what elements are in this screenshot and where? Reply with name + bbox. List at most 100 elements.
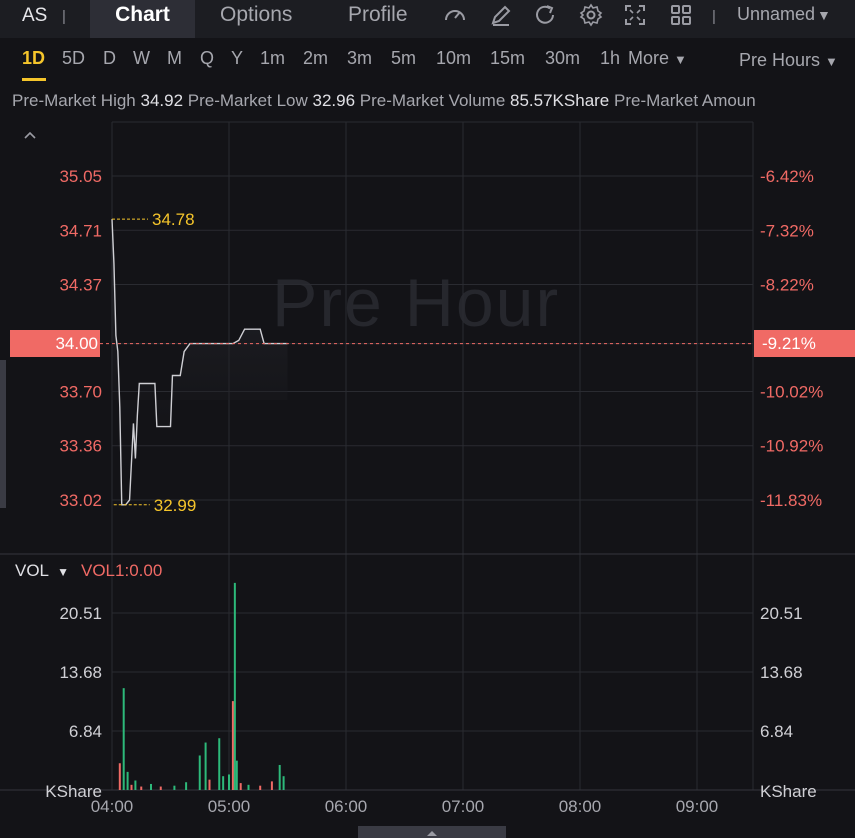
more-timeframes-dropdown[interactable]: More ▼ bbox=[628, 48, 687, 69]
stat-value: 32.96 bbox=[312, 91, 356, 110]
timeframe-d[interactable]: D bbox=[103, 48, 116, 69]
tab-options[interactable]: Options bbox=[220, 0, 292, 38]
timeframe-q[interactable]: Q bbox=[200, 48, 214, 69]
volume-bar bbox=[173, 785, 176, 790]
volume-unit-label: KShare bbox=[45, 782, 102, 801]
pct-tick-label: -8.22% bbox=[760, 276, 814, 295]
timeframe-10m[interactable]: 10m bbox=[436, 48, 471, 69]
volume-bar bbox=[118, 763, 121, 790]
timeframe-30m[interactable]: 30m bbox=[545, 48, 580, 69]
volume-bar bbox=[247, 784, 250, 790]
refresh-icon[interactable] bbox=[532, 2, 558, 28]
timeframe-y[interactable]: Y bbox=[231, 48, 243, 69]
left-panel-handle[interactable] bbox=[0, 360, 6, 508]
high-marker-label: 34.78 bbox=[152, 210, 195, 229]
volume-bar bbox=[134, 780, 137, 790]
volume-tick-label: 13.68 bbox=[760, 663, 803, 682]
time-tick-label: 09:00 bbox=[676, 797, 719, 816]
timeframe-1h[interactable]: 1h bbox=[600, 48, 620, 69]
grid-icon[interactable] bbox=[668, 2, 694, 28]
vol-label: VOL bbox=[15, 561, 49, 580]
timeframe-15m[interactable]: 15m bbox=[490, 48, 525, 69]
volume-tick-label: 6.84 bbox=[69, 722, 102, 741]
low-marker-label: 32.99 bbox=[154, 496, 197, 515]
gauge-icon[interactable] bbox=[442, 2, 468, 28]
time-tick-label: 08:00 bbox=[559, 797, 602, 816]
volume-bar bbox=[159, 786, 162, 790]
volume-bar bbox=[185, 782, 188, 790]
volume-bar bbox=[198, 755, 201, 790]
current-change-tag: -9.21% bbox=[754, 330, 855, 357]
session-dropdown[interactable]: Pre Hours ▼ bbox=[739, 50, 838, 71]
time-tick-label: 07:00 bbox=[442, 797, 485, 816]
session-label: Pre Hours bbox=[739, 50, 821, 70]
volume-bar bbox=[218, 738, 221, 790]
stat-label: Pre-Market High bbox=[12, 91, 136, 110]
price-tick-label: 33.36 bbox=[59, 437, 102, 456]
volume-bar bbox=[228, 774, 230, 790]
volume-bar bbox=[208, 779, 211, 790]
price-tick-label: 33.02 bbox=[59, 491, 102, 510]
vol-indicator-value: VOL1:0.00 bbox=[81, 561, 163, 580]
volume-bar bbox=[130, 784, 133, 790]
bottom-panel-handle[interactable] bbox=[358, 826, 506, 838]
volume-tick-label: 20.51 bbox=[59, 604, 102, 623]
caret-down-icon: ▼ bbox=[57, 565, 70, 579]
volume-bar bbox=[150, 783, 152, 790]
timeframe-5m[interactable]: 5m bbox=[391, 48, 416, 69]
volume-bar bbox=[239, 783, 242, 790]
stat-label: Pre-Market Amoun bbox=[614, 91, 756, 110]
volume-bar bbox=[259, 785, 262, 790]
volume-bar bbox=[282, 776, 285, 790]
ticker-symbol: AS bbox=[22, 5, 48, 26]
price-chart[interactable]: 35.05 34.71 34.37 33.70 33.36 33.02 -6.42% -7.… bbox=[0, 120, 855, 826]
pct-tick-label: -6.42% bbox=[760, 167, 814, 186]
volume-bar bbox=[222, 776, 225, 790]
divider: | bbox=[712, 8, 716, 25]
pct-tick-label: -10.92% bbox=[760, 437, 823, 456]
active-timeframe-indicator bbox=[22, 78, 46, 81]
stat-label: Pre-Market Low bbox=[187, 91, 308, 110]
timeframe-3m[interactable]: 3m bbox=[347, 48, 372, 69]
caret-down-icon: ▼ bbox=[817, 7, 831, 23]
top-nav: AS | Chart Options Profile | Unnamed ▼ bbox=[0, 0, 855, 38]
volume-tick-label: 6.84 bbox=[760, 722, 793, 741]
price-tick-label: 35.05 bbox=[59, 167, 102, 186]
timeframe-m[interactable]: M bbox=[167, 48, 182, 69]
price-tick-label: 34.71 bbox=[59, 221, 102, 240]
tab-profile[interactable]: Profile bbox=[348, 0, 408, 38]
time-tick-label: 06:00 bbox=[325, 797, 368, 816]
account-dropdown[interactable]: Unnamed ▼ bbox=[737, 4, 831, 25]
time-tick-label: 05:00 bbox=[208, 797, 251, 816]
volume-indicator-dropdown[interactable]: VOL ▼ bbox=[15, 561, 69, 581]
divider: | bbox=[62, 8, 66, 25]
volume-bar bbox=[235, 760, 238, 790]
more-label: More bbox=[628, 48, 670, 68]
timeframe-w[interactable]: W bbox=[133, 48, 150, 69]
stat-label: Pre-Market Volume bbox=[359, 91, 506, 110]
fullscreen-icon[interactable] bbox=[622, 2, 648, 28]
timeframe-1d[interactable]: 1D bbox=[22, 48, 45, 69]
current-price-tag: 34.00 bbox=[10, 330, 100, 357]
volume-bar bbox=[204, 742, 207, 790]
volume-tick-label: 20.51 bbox=[760, 604, 803, 623]
timeframe-2m[interactable]: 2m bbox=[303, 48, 328, 69]
price-tick-label: 34.37 bbox=[59, 276, 102, 295]
volume-bar bbox=[233, 582, 236, 790]
stat-value: 34.92 bbox=[140, 91, 184, 110]
premarket-stats: Pre-Market High 34.92 Pre-Market Low 32.… bbox=[12, 91, 855, 113]
volume-bar bbox=[231, 701, 234, 790]
volume-unit-label: KShare bbox=[760, 782, 817, 801]
account-label: Unnamed bbox=[737, 4, 816, 24]
pct-tick-label: -11.83% bbox=[760, 491, 822, 510]
edit-icon[interactable] bbox=[488, 2, 514, 28]
timeframe-5d[interactable]: 5D bbox=[62, 48, 85, 69]
stat-value: 85.57KShare bbox=[510, 91, 610, 110]
caret-down-icon: ▼ bbox=[674, 52, 687, 67]
timeframe-1m[interactable]: 1m bbox=[260, 48, 285, 69]
volume-bar bbox=[270, 781, 273, 790]
tab-chart[interactable]: Chart bbox=[90, 0, 195, 38]
volume-bar bbox=[278, 764, 281, 790]
gear-icon[interactable] bbox=[578, 2, 604, 28]
pct-tick-label: -10.02% bbox=[760, 382, 823, 401]
